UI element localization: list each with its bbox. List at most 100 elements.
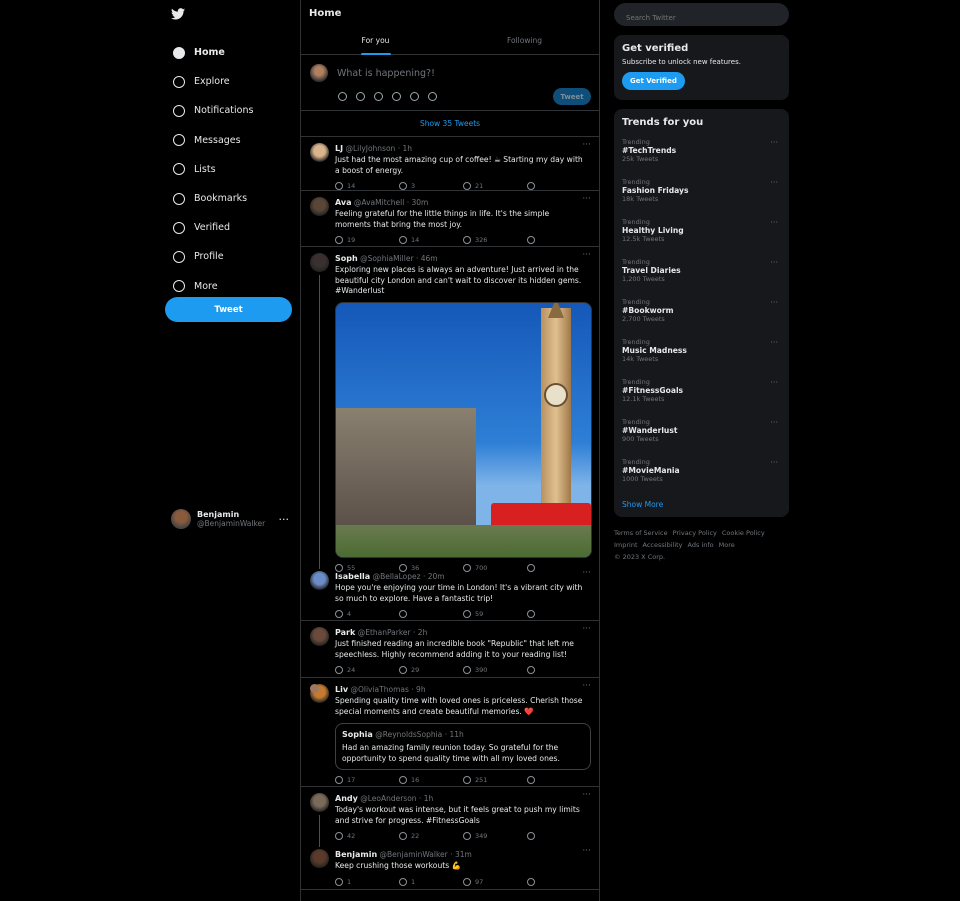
trend-item[interactable]: Trending Music Madness 14k Tweets ··· xyxy=(622,336,781,376)
like-button[interactable]: 97 xyxy=(463,877,527,887)
reply-button[interactable]: 24 xyxy=(335,665,399,675)
author-handle[interactable]: @BenjaminWalker xyxy=(380,850,448,859)
more-options-icon[interactable]: ··· xyxy=(582,846,591,856)
more-options-icon[interactable]: ··· xyxy=(279,513,290,526)
tab-for-you[interactable]: For you xyxy=(301,28,450,55)
tweet[interactable]: Benjamin @BenjaminWalker · 31m ··· Keep … xyxy=(301,843,599,890)
trend-item[interactable]: Trending #Bookworm 2,700 Tweets ··· xyxy=(622,296,781,336)
more-options-icon[interactable]: ··· xyxy=(770,378,778,387)
more-options-icon[interactable]: ··· xyxy=(582,194,591,204)
avatar[interactable] xyxy=(310,849,329,868)
footer-link[interactable]: Terms of Service xyxy=(614,529,668,537)
nav-lists[interactable]: Lists xyxy=(173,155,253,184)
reply-button[interactable]: 17 xyxy=(335,775,399,785)
more-options-icon[interactable]: ··· xyxy=(582,568,591,578)
more-options-icon[interactable]: ··· xyxy=(582,140,591,150)
more-options-icon[interactable]: ··· xyxy=(582,250,591,260)
footer-link[interactable]: More xyxy=(719,541,735,549)
author-handle[interactable]: @OliviaThomas xyxy=(350,685,408,694)
share-button[interactable] xyxy=(527,665,591,675)
nav-home[interactable]: Home xyxy=(173,38,253,67)
share-button[interactable] xyxy=(527,181,591,191)
like-button[interactable]: 349 xyxy=(463,831,527,841)
more-options-icon[interactable]: ··· xyxy=(582,624,591,634)
avatar[interactable] xyxy=(310,793,329,812)
media-icon[interactable] xyxy=(338,92,347,101)
author-handle[interactable]: @LilyJohnson xyxy=(345,144,395,153)
share-button[interactable] xyxy=(527,235,591,245)
more-options-icon[interactable]: ··· xyxy=(770,178,778,187)
retweet-button[interactable]: 1 xyxy=(399,877,463,887)
share-button[interactable] xyxy=(527,831,591,841)
trend-item[interactable]: Trending Healthy Living 12.5k Tweets ··· xyxy=(622,216,781,256)
author-name[interactable]: LJ xyxy=(335,144,343,153)
poll-icon[interactable] xyxy=(374,92,383,101)
tweet-button[interactable]: Tweet xyxy=(165,297,292,322)
quoted-tweet[interactable]: Sophia @ReynoldsSophia · 11h Had an amaz… xyxy=(310,684,591,770)
tweet[interactable]: LJ @LilyJohnson · 1h ··· Just had the mo… xyxy=(301,137,599,191)
author-name[interactable]: Benjamin xyxy=(335,850,377,859)
reply-button[interactable]: 1 xyxy=(335,877,399,887)
compose-tweet-button[interactable]: Tweet xyxy=(553,88,591,105)
author-name[interactable]: Ava xyxy=(335,198,352,207)
share-button[interactable] xyxy=(527,775,591,785)
share-button[interactable] xyxy=(527,609,591,619)
twitter-logo-icon[interactable] xyxy=(171,8,185,20)
nav-messages[interactable]: Messages xyxy=(173,126,253,155)
retweet-button[interactable] xyxy=(399,609,463,619)
avatar[interactable] xyxy=(310,571,329,590)
footer-link[interactable]: Ads info xyxy=(688,541,714,549)
trend-item[interactable]: Trending #MovieMania 1000 Tweets ··· xyxy=(622,456,781,496)
retweet-button[interactable]: 3 xyxy=(399,181,463,191)
nav-explore[interactable]: Explore xyxy=(173,67,253,96)
get-verified-button[interactable]: Get Verified xyxy=(622,72,685,90)
more-options-icon[interactable]: ··· xyxy=(770,298,778,307)
nav-bookmarks[interactable]: Bookmarks xyxy=(173,184,253,213)
reply-button[interactable]: 14 xyxy=(335,181,399,191)
author-handle[interactable]: @SophiaMiller xyxy=(360,254,413,263)
emoji-icon[interactable] xyxy=(392,92,401,101)
author-name[interactable]: Soph xyxy=(335,254,358,263)
tweet[interactable]: Isabella @BellaLopez · 20m ··· Hope you'… xyxy=(301,565,599,621)
footer-link[interactable]: Privacy Policy xyxy=(673,529,717,537)
retweet-button[interactable]: 29 xyxy=(399,665,463,675)
nav-notifications[interactable]: Notifications xyxy=(173,96,253,125)
author-name[interactable]: Park xyxy=(335,628,355,637)
nav-profile[interactable]: Profile xyxy=(173,242,253,271)
reply-button[interactable]: 42 xyxy=(335,831,399,841)
tweet[interactable]: Park @EthanParker · 2h ··· Just finished… xyxy=(301,621,599,678)
trend-item[interactable]: Trending #Wanderlust 900 Tweets ··· xyxy=(622,416,781,456)
tweet[interactable]: Liv @OliviaThomas · 9h ··· Spending qual… xyxy=(301,678,599,787)
author-name[interactable]: Isabella xyxy=(335,572,370,581)
more-options-icon[interactable]: ··· xyxy=(582,681,591,691)
like-button[interactable]: 59 xyxy=(463,609,527,619)
more-options-icon[interactable]: ··· xyxy=(582,790,591,800)
location-icon[interactable] xyxy=(428,92,437,101)
avatar[interactable] xyxy=(310,143,329,162)
share-button[interactable] xyxy=(527,877,591,887)
avatar[interactable] xyxy=(310,197,329,216)
tweet[interactable]: Soph @SophiaMiller · 46m ··· Exploring n… xyxy=(301,247,599,572)
author-handle[interactable]: @ReynoldsSophia xyxy=(375,730,442,739)
more-options-icon[interactable]: ··· xyxy=(770,418,778,427)
like-button[interactable]: 251 xyxy=(463,775,527,785)
tab-following[interactable]: Following xyxy=(450,28,599,55)
author-handle[interactable]: @LeoAnderson xyxy=(360,794,416,803)
schedule-icon[interactable] xyxy=(410,92,419,101)
like-button[interactable]: 21 xyxy=(463,181,527,191)
gif-icon[interactable] xyxy=(356,92,365,101)
footer-link[interactable]: Cookie Policy xyxy=(722,529,765,537)
more-options-icon[interactable]: ··· xyxy=(770,138,778,147)
avatar[interactable] xyxy=(310,253,329,272)
more-options-icon[interactable]: ··· xyxy=(770,338,778,347)
nav-verified[interactable]: Verified xyxy=(173,213,253,242)
show-new-tweets[interactable]: Show 35 Tweets xyxy=(301,111,599,137)
tweet[interactable]: Andy @LeoAnderson · 1h ··· Today's worko… xyxy=(301,787,599,847)
footer-link[interactable]: Imprint xyxy=(614,541,638,549)
like-button[interactable]: 390 xyxy=(463,665,527,675)
author-handle[interactable]: @BellaLopez xyxy=(373,572,421,581)
author-name[interactable]: Andy xyxy=(335,794,358,803)
reply-button[interactable]: 4 xyxy=(335,609,399,619)
author-handle[interactable]: @AvaMitchell xyxy=(354,198,404,207)
trend-item[interactable]: Trending Travel Diaries 1,200 Tweets ··· xyxy=(622,256,781,296)
